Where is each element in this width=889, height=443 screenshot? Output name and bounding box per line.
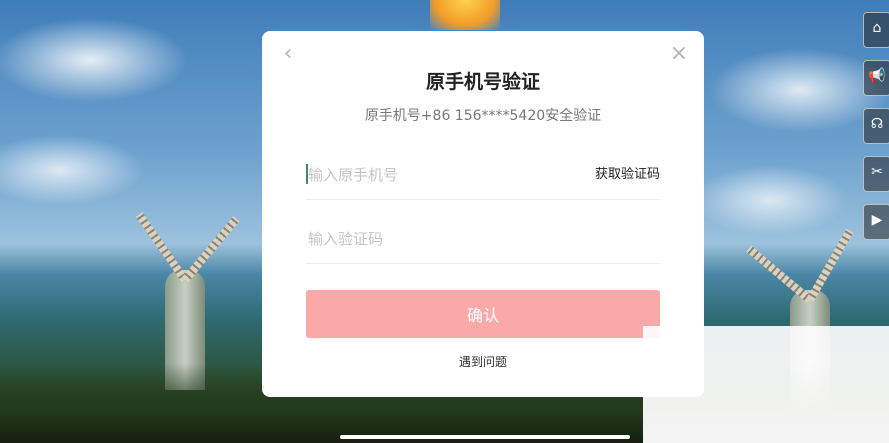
phone-verification-dialog: ‹ × 原手机号验证 原手机号+86 156****5420安全验证 获取验证码… [262, 31, 704, 397]
megaphone-icon[interactable]: 📢 [863, 60, 889, 96]
film-icon[interactable]: ▶ [863, 204, 889, 240]
home-icon[interactable]: ⌂ [863, 12, 889, 48]
side-toolbar: ⌂ 📢 ☊ ✂ ▶ [859, 12, 889, 252]
phone-field: 获取验证码 [306, 149, 660, 200]
dialog-title: 原手机号验证 [425, 71, 540, 93]
help-link[interactable]: 遇到问题 [262, 353, 704, 370]
phone-input[interactable] [306, 161, 560, 189]
chevron-left-icon[interactable]: ‹ [278, 41, 298, 67]
code-input[interactable] [306, 225, 560, 253]
confirm-button[interactable]: 确认 [306, 290, 660, 338]
tools-icon[interactable]: ✂ [863, 156, 889, 192]
headset-icon[interactable]: ☊ [863, 108, 889, 144]
code-field [306, 213, 660, 264]
dialog-subtitle: 原手机号+86 156****5420安全验证 [364, 108, 602, 124]
sun-glow [430, 0, 500, 30]
screen-glare [643, 326, 889, 443]
get-code-button[interactable]: 获取验证码 [595, 163, 660, 182]
close-icon[interactable]: × [668, 41, 690, 67]
home-indicator[interactable] [340, 435, 630, 439]
